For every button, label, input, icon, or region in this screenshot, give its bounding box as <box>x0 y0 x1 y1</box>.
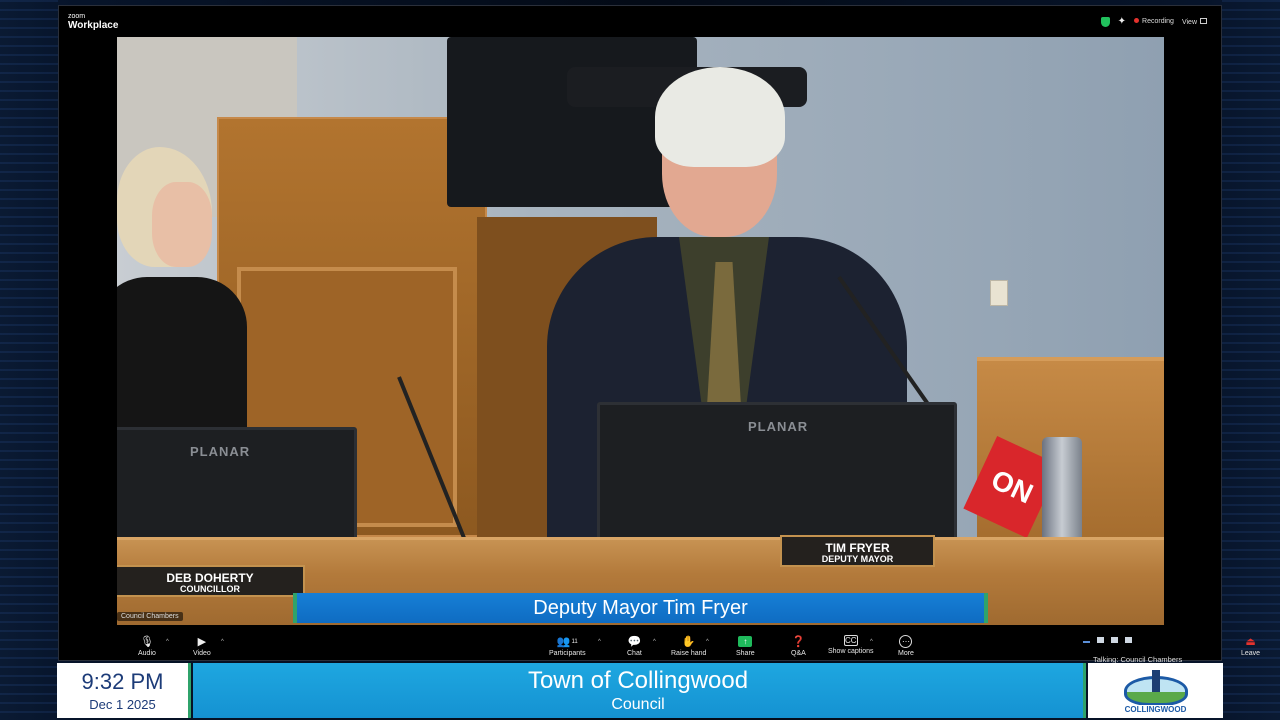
participants-count: 11 <box>571 638 578 645</box>
town-logo: COLLINGWOOD <box>1088 663 1223 718</box>
video-label: Video <box>193 650 211 657</box>
logo-text: COLLINGWOOD <box>1115 704 1196 714</box>
collingwood-seal-icon: COLLINGWOOD <box>1115 668 1196 714</box>
camera-off-icon: ▶ <box>197 636 207 648</box>
sparkle-icon[interactable]: ✦ <box>1118 16 1126 27</box>
broadcast-subtitle: Council <box>611 696 665 713</box>
nameplate-center-title: DEPUTY MAYOR <box>821 554 894 564</box>
mic-muted-icon: 🎙 <box>139 636 154 648</box>
participants-chevron-icon[interactable]: ^ <box>598 639 601 645</box>
monitor-brand-left: PLANAR <box>190 444 251 459</box>
share-icon-wrap: ↑ <box>738 635 753 648</box>
share-label: Share <box>736 650 755 657</box>
view-label: View <box>1181 18 1197 26</box>
zoom-logo: zoom Workplace <box>68 13 118 31</box>
record-dot-icon <box>1134 18 1140 23</box>
captions-button[interactable]: CC Show captions <box>828 635 874 655</box>
leave-label: Leave <box>1241 650 1261 657</box>
video-chevron-icon[interactable]: ^ <box>221 639 224 645</box>
water-bottle <box>1042 437 1082 542</box>
zoom-logo-main: Workplace <box>68 20 119 31</box>
chat-label: Chat <box>627 650 642 657</box>
more-icon: ⋯ <box>899 635 913 648</box>
speaker-caption: Deputy Mayor Tim Fryer <box>293 593 988 623</box>
leave-icon: ⏏ <box>1245 636 1256 648</box>
councillor-face <box>152 182 212 267</box>
recording-indicator[interactable]: Recording <box>1134 18 1174 25</box>
raise-hand-chevron-icon[interactable]: ^ <box>706 639 709 645</box>
participant-name-label: Council Chambers <box>117 612 183 621</box>
qa-icon: ❓ <box>791 636 806 648</box>
nameplate-left-name: DEB DOHERTY <box>166 571 254 585</box>
clock-date: Dec 1 2025 <box>89 697 156 712</box>
lower-third: 9:32 PM Dec 1 2025 Town of Collingwood C… <box>57 663 1223 718</box>
audio-chevron-icon[interactable]: ^ <box>166 639 169 645</box>
wall-outlet <box>990 280 1008 306</box>
monitor-brand-center: PLANAR <box>748 419 809 434</box>
nameplate-left: DEB DOHERTY COUNCILLOR <box>117 565 305 597</box>
raise-hand-button[interactable]: ✋ Raise hand <box>671 635 706 657</box>
chat-icon: 💬 <box>627 636 642 648</box>
share-button[interactable]: ↑ Share <box>736 635 755 657</box>
grid-view-icon <box>1200 17 1207 24</box>
captions-chevron-icon[interactable]: ^ <box>870 639 873 645</box>
raise-hand-icon: ✋ <box>681 636 696 648</box>
layout-controls[interactable] <box>1083 637 1132 643</box>
background-stripes-right <box>1222 0 1280 720</box>
nameplate-left-title: COUNCILLOR <box>180 584 240 594</box>
video-button[interactable]: ▶ Video <box>193 635 211 657</box>
participants-label: Participants <box>549 650 586 657</box>
captions-icon: CC <box>843 635 858 646</box>
layout-grid-icon[interactable] <box>1125 637 1132 643</box>
nameplate-center-name: TIM FRYER <box>825 541 890 555</box>
meeting-toolbar: 🎙 Audio ^ ▶ Video ^ 👥 11 Participants ^ 💬… <box>117 633 1280 667</box>
recording-label: Recording <box>1142 18 1174 25</box>
more-button[interactable]: ⋯ More <box>898 635 914 657</box>
more-label: More <box>898 650 914 657</box>
captions-label: Show captions <box>828 648 874 655</box>
broadcast-title: Town of Collingwood <box>527 667 749 694</box>
monitor-center: PLANAR <box>597 402 957 557</box>
view-button[interactable]: View <box>1181 17 1207 26</box>
participants-icon: 👥 11 <box>556 636 578 648</box>
broadcast-title-box: Town of Collingwood Council <box>193 663 1086 718</box>
clock-box: 9:32 PM Dec 1 2025 <box>57 663 191 718</box>
qa-label: Q&A <box>791 650 806 657</box>
raise-hand-label: Raise hand <box>671 650 707 657</box>
audio-label: Audio <box>138 650 156 657</box>
layout-minimize-icon[interactable] <box>1083 641 1090 643</box>
chat-button[interactable]: 💬 Chat <box>627 635 642 657</box>
deputy-mayor-hair <box>655 67 785 167</box>
audio-button[interactable]: 🎙 Audio <box>138 635 156 657</box>
qa-button[interactable]: ❓ Q&A <box>791 635 806 657</box>
zoom-logo-small: zoom <box>68 13 86 20</box>
background-stripes-left <box>0 0 58 720</box>
chat-chevron-icon[interactable]: ^ <box>653 639 656 645</box>
top-status-bar: ✦ Recording View <box>1100 16 1207 27</box>
clock-time: 9:32 PM <box>81 669 164 694</box>
nameplate-center: TIM FRYER DEPUTY MAYOR <box>780 535 935 567</box>
layout-stack-icon[interactable] <box>1111 637 1118 643</box>
share-screen-icon: ↑ <box>738 636 753 647</box>
shield-icon[interactable] <box>1100 16 1110 27</box>
leave-button[interactable]: ⏏ Leave <box>1241 635 1260 657</box>
seal-tower <box>1151 669 1160 692</box>
participants-button[interactable]: 👥 11 Participants <box>549 635 586 657</box>
video-feed[interactable]: ON PLANAR PLANAR DEB DOHERTY COUNCILLOR … <box>117 37 1164 625</box>
councillor-left <box>117 147 247 477</box>
zoom-window: zoom Workplace ✦ Recording View ON PLANA… <box>58 5 1260 664</box>
layout-speaker-icon[interactable] <box>1097 637 1104 643</box>
